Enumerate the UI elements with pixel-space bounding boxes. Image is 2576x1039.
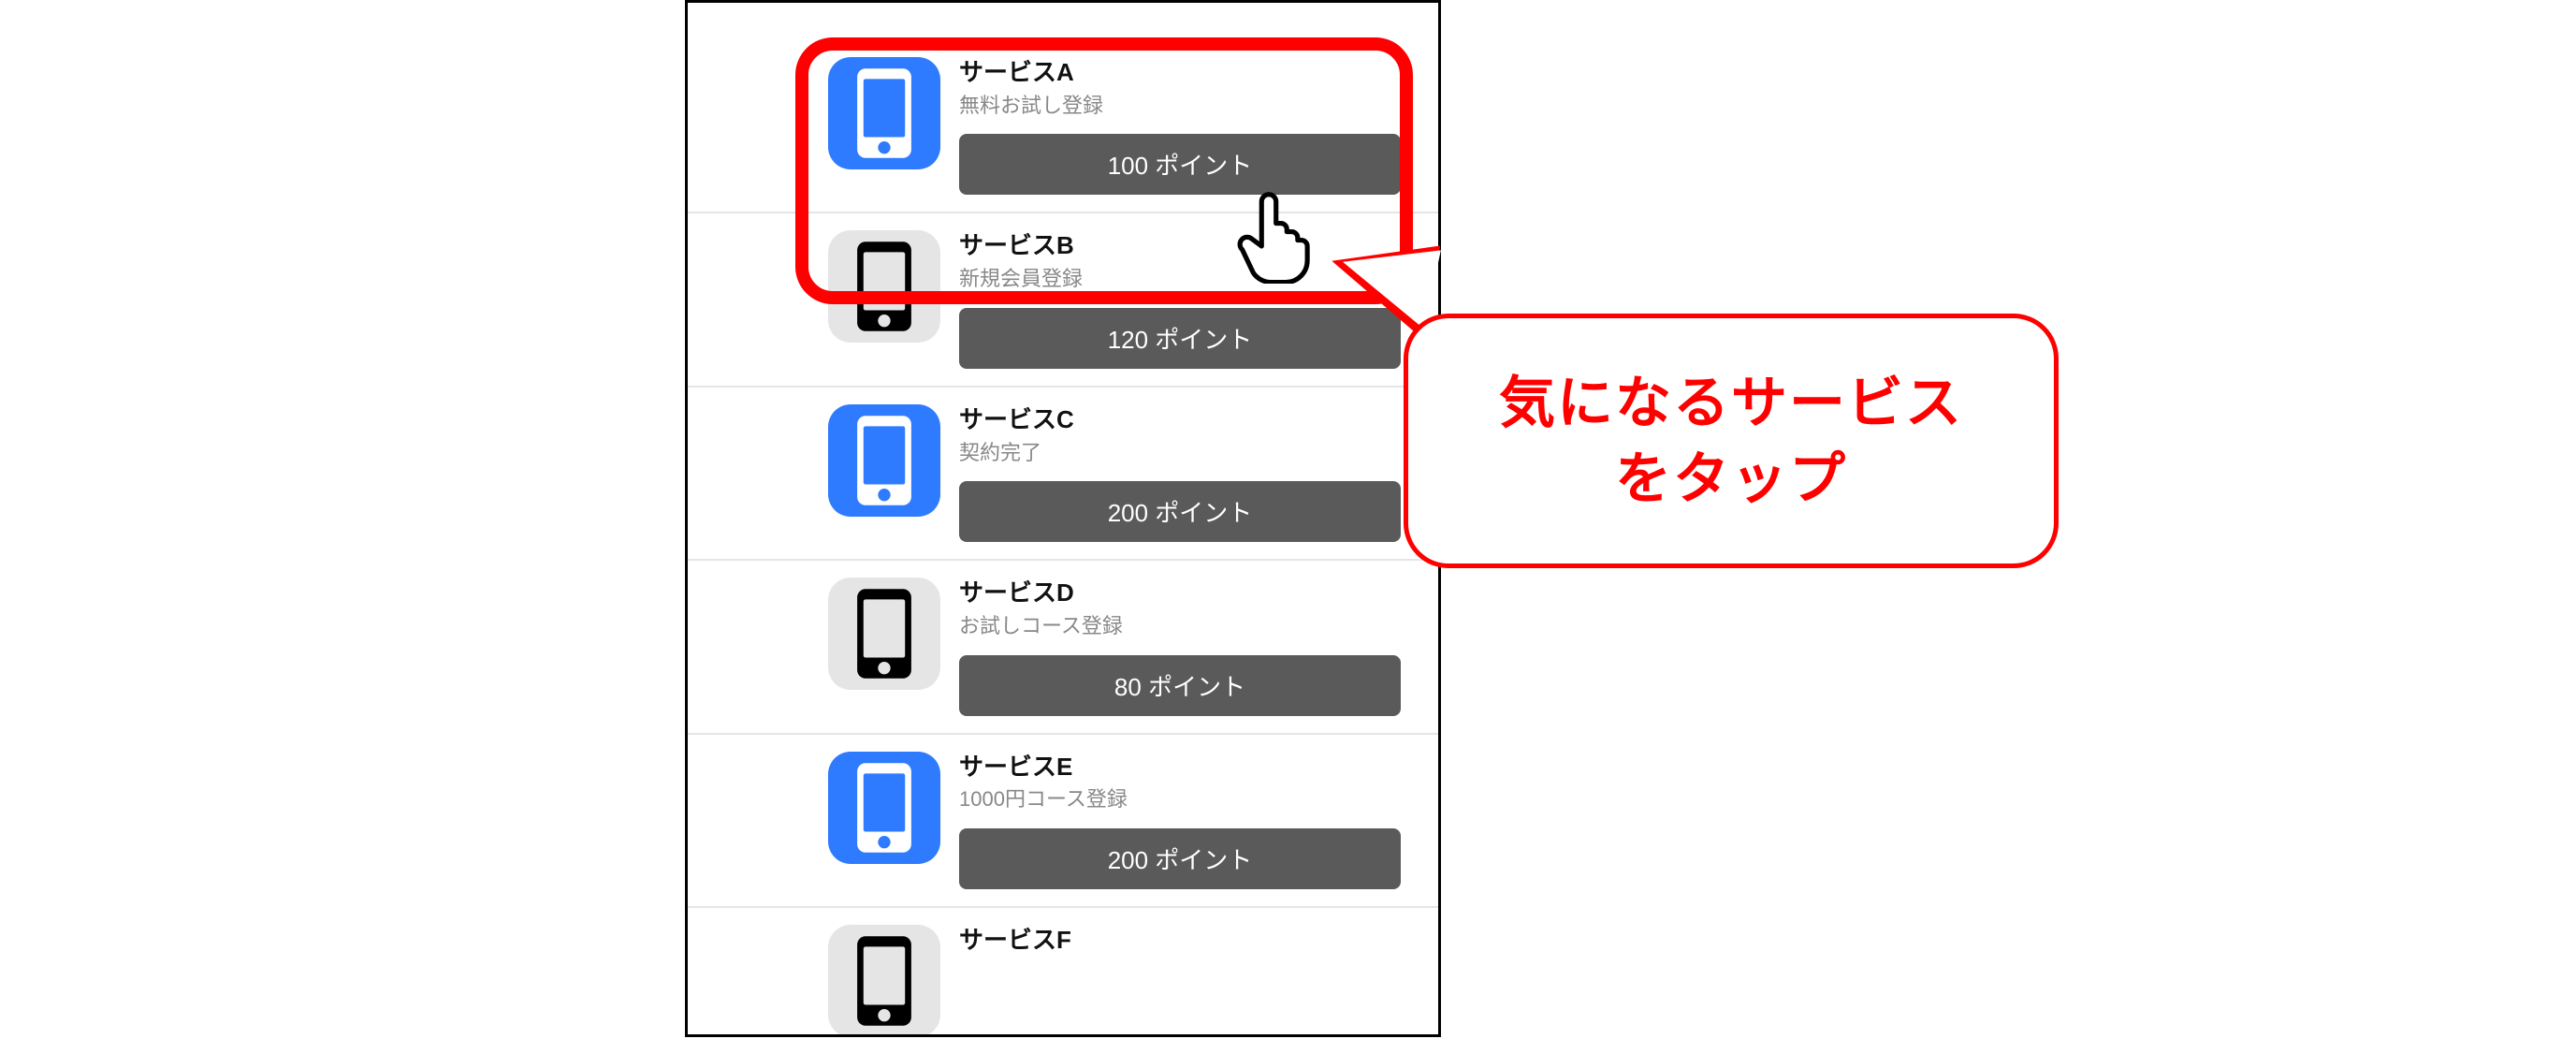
points-button[interactable]: 200 ポイント xyxy=(959,828,1401,889)
service-row[interactable]: サービスE 1000円コース登録 200 ポイント xyxy=(688,735,1438,908)
points-button[interactable]: 100 ポイント xyxy=(959,134,1401,195)
service-subtitle: お試しコース登録 xyxy=(959,613,1401,640)
phone-icon xyxy=(828,925,940,1037)
phone-icon xyxy=(828,578,940,690)
callout-line1: 気になるサービス xyxy=(1499,372,1963,434)
service-subtitle: 契約完了 xyxy=(959,440,1401,467)
service-subtitle: 無料お試し登録 xyxy=(959,93,1401,120)
points-button[interactable]: 200 ポイント xyxy=(959,481,1401,542)
callout-line2: をタップ xyxy=(1615,447,1847,510)
service-title: サービスA xyxy=(959,57,1401,89)
service-row[interactable]: サービスD お試しコース登録 80 ポイント xyxy=(688,561,1438,734)
phone-icon xyxy=(828,404,940,517)
phone-icon xyxy=(828,57,940,169)
service-row[interactable]: サービスC 契約完了 200 ポイント xyxy=(688,388,1438,561)
service-row[interactable]: サービスA 無料お試し登録 100 ポイント xyxy=(688,40,1438,213)
service-title: サービスE xyxy=(959,752,1401,783)
service-subtitle: 1000円コース登録 xyxy=(959,786,1401,813)
points-button[interactable]: 80 ポイント xyxy=(959,655,1401,716)
service-title: サービスD xyxy=(959,578,1401,609)
service-title: サービスC xyxy=(959,404,1401,436)
phone-icon xyxy=(828,230,940,343)
callout-bubble: 気になるサービス をタップ xyxy=(1404,314,2059,568)
app-frame: サービスA 無料お試し登録 100 ポイント サービスB 新規会員登録 120 … xyxy=(685,0,1441,1037)
service-title: サービスF xyxy=(959,925,1401,957)
phone-icon xyxy=(828,752,940,864)
service-list: サービスA 無料お試し登録 100 ポイント サービスB 新規会員登録 120 … xyxy=(688,40,1438,1037)
service-row[interactable]: サービスF xyxy=(688,908,1438,1037)
